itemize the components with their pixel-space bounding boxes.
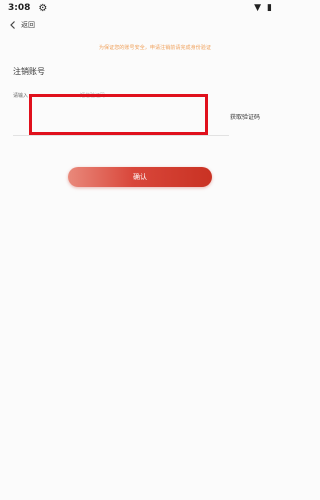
- status-bar: 3:08 ⚙ ▼ ▮: [0, 0, 280, 16]
- confirm-button[interactable]: 确认: [68, 167, 212, 187]
- chevron-left-icon: [10, 21, 15, 29]
- gear-icon: ⚙: [38, 2, 48, 14]
- page-title: 注销账号: [13, 67, 45, 76]
- status-time: 3:08: [8, 3, 31, 13]
- back-label: 返回: [21, 21, 35, 29]
- highlight-annotation-box: [29, 94, 208, 135]
- security-notice: 为保证您的账号安全，申请注销前请完成身份验证: [98, 45, 212, 51]
- back-button[interactable]: 返回: [8, 18, 35, 32]
- status-indicators: ▼ ▮: [254, 3, 272, 13]
- input-underline: [13, 135, 229, 136]
- get-code-button[interactable]: 获取验证码: [230, 112, 260, 121]
- wifi-icon: ▼: [254, 3, 262, 13]
- code-field-label: 请输入: [13, 93, 29, 99]
- battery-icon: ▮: [267, 3, 272, 13]
